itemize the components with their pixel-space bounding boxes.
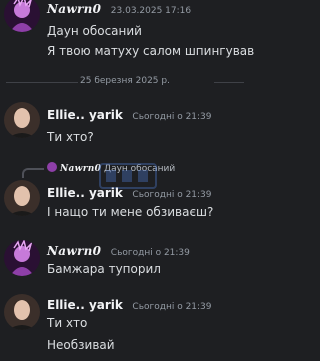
- message-header: Ellie.. yarik Сьогодні о 21:39: [47, 186, 212, 200]
- username[interactable]: Ellie.. yarik: [47, 186, 123, 200]
- message-text: Ти хто?: [47, 130, 94, 144]
- reply-username: Nawrn0: [60, 164, 102, 174]
- timestamp: 23.03.2025 17:16: [110, 6, 192, 16]
- timestamp: Сьогодні о 21:39: [132, 190, 212, 200]
- message-text: І нащо ти мене обзиваєш?: [47, 205, 214, 219]
- message-text: Я твою матуху салом шпингував: [47, 44, 255, 58]
- timestamp: Сьогодні о 21:39: [132, 302, 212, 312]
- user-avatar[interactable]: [4, 102, 40, 138]
- message-text: Бамжара тупорил: [47, 262, 161, 276]
- username[interactable]: Nawrn0: [47, 2, 101, 16]
- purple-punk-avatar-icon: [4, 0, 40, 32]
- person-photo-avatar-icon: [4, 180, 40, 216]
- message-header: Ellie.. yarik Сьогодні о 21:39: [47, 108, 212, 122]
- message-header: Nawrn0 Сьогодні о 21:39: [47, 244, 190, 258]
- reply-connector: [22, 168, 44, 178]
- reply-avatar-icon: [47, 162, 57, 172]
- date-label: 25 березня 2025 р.: [80, 76, 170, 86]
- message-header: Nawrn0 23.03.2025 17:16: [47, 2, 191, 16]
- message-text: Необзивай: [47, 338, 115, 352]
- timestamp: Сьогодні о 21:39: [110, 248, 190, 258]
- username[interactable]: Nawrn0: [47, 244, 101, 258]
- timestamp: Сьогодні о 21:39: [132, 112, 212, 122]
- username[interactable]: Ellie.. yarik: [47, 298, 123, 312]
- username[interactable]: Ellie.. yarik: [47, 108, 123, 122]
- date-divider: 25 березня 2025 р.: [6, 76, 244, 88]
- user-avatar[interactable]: [4, 180, 40, 216]
- message-text: Ти хто: [47, 316, 88, 330]
- message-text: Даун обосаний: [47, 24, 142, 38]
- message-header: Ellie.. yarik Сьогодні о 21:39: [47, 298, 212, 312]
- user-avatar[interactable]: [4, 0, 40, 32]
- person-photo-avatar-icon: [4, 294, 40, 330]
- person-photo-avatar-icon: [4, 102, 40, 138]
- user-avatar[interactable]: [4, 240, 40, 276]
- purple-punk-avatar-icon: [4, 240, 40, 276]
- user-avatar[interactable]: [4, 294, 40, 330]
